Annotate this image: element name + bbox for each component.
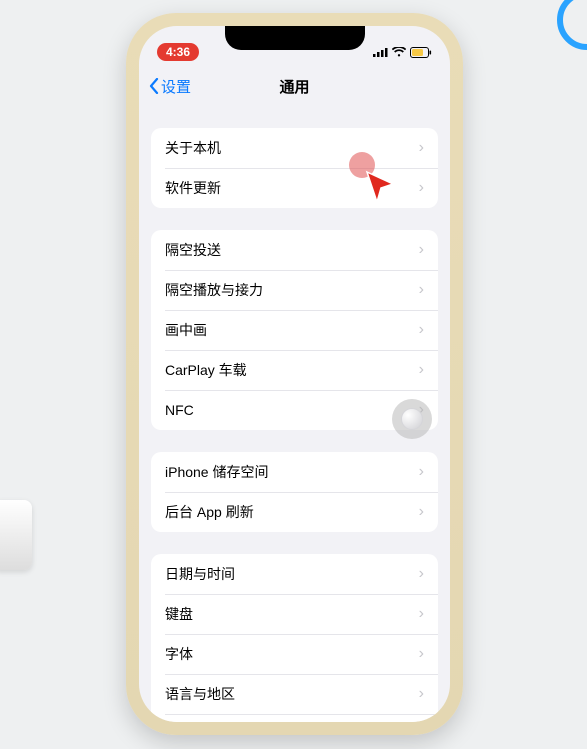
status-indicators xyxy=(373,47,432,58)
group-date: 日期与时间 › 键盘 › 字体 › 语言与地区 › 词典› xyxy=(151,554,438,722)
row-label: iPhone 储存空间 xyxy=(165,462,268,482)
chevron-right-icon: › xyxy=(419,686,424,702)
row-storage[interactable]: iPhone 储存空间 › xyxy=(151,452,438,492)
chevron-right-icon: › xyxy=(419,242,424,258)
row-carplay[interactable]: CarPlay 车载 › xyxy=(151,350,438,390)
cursor-icon xyxy=(365,170,395,204)
wifi-icon xyxy=(392,47,406,57)
chevron-right-icon: › xyxy=(419,362,424,378)
chevron-right-icon: › xyxy=(419,180,424,196)
back-label: 设置 xyxy=(161,76,191,97)
battery-icon xyxy=(410,47,432,58)
cellular-icon xyxy=(373,47,388,57)
chevron-right-icon: › xyxy=(419,282,424,298)
row-language-region[interactable]: 语言与地区 › xyxy=(151,674,438,714)
row-label: 隔空播放与接力 xyxy=(165,280,263,300)
group-storage: iPhone 储存空间 › 后台 App 刷新 › xyxy=(151,452,438,532)
group-airdrop: 隔空投送 › 隔空播放与接力 › 画中画 › CarPlay 车载 › NFC › xyxy=(151,230,438,430)
row-label: 语言与地区 xyxy=(165,684,235,704)
back-button[interactable]: 设置 xyxy=(149,76,191,97)
row-label: 关于本机 xyxy=(165,138,221,158)
row-label: NFC xyxy=(165,402,194,418)
assistive-touch-inner xyxy=(401,408,423,430)
row-fonts[interactable]: 字体 › xyxy=(151,634,438,674)
row-airdrop[interactable]: 隔空投送 › xyxy=(151,230,438,270)
row-pip[interactable]: 画中画 › xyxy=(151,310,438,350)
chevron-right-icon: › xyxy=(419,504,424,520)
row-about[interactable]: 关于本机 › xyxy=(151,128,438,168)
row-label: 画中画 xyxy=(165,320,207,340)
chevron-right-icon: › xyxy=(419,646,424,662)
row-date-time[interactable]: 日期与时间 › xyxy=(151,554,438,594)
row-label: CarPlay 车载 xyxy=(165,360,247,380)
chevron-right-icon: › xyxy=(419,322,424,338)
chevron-left-icon xyxy=(149,78,159,94)
chevron-right-icon: › xyxy=(419,606,424,622)
background-decoration xyxy=(557,0,587,50)
row-label: 键盘 xyxy=(165,604,193,624)
row-label: 日期与时间 xyxy=(165,564,235,584)
status-time: 4:36 xyxy=(157,43,199,61)
row-keyboard[interactable]: 键盘 › xyxy=(151,594,438,634)
chevron-right-icon: › xyxy=(419,464,424,480)
nav-bar: 设置 通用 xyxy=(139,66,450,106)
row-background-refresh[interactable]: 后台 App 刷新 › xyxy=(151,492,438,532)
row-label: 字体 xyxy=(165,644,193,664)
screen: 4:36 设置 通用 关于本机 › 软件更新 › 隔空投送 › 隔空播放与接力 › xyxy=(139,26,450,722)
row-dictionary[interactable]: 词典› xyxy=(151,714,438,722)
chevron-right-icon: › xyxy=(419,140,424,156)
notch xyxy=(225,26,365,50)
chevron-right-icon: › xyxy=(419,566,424,582)
background-decoration xyxy=(0,500,32,570)
row-airplay[interactable]: 隔空播放与接力 › xyxy=(151,270,438,310)
row-label: 隔空投送 xyxy=(165,240,221,260)
row-label: 软件更新 xyxy=(165,178,221,198)
assistive-touch-button[interactable] xyxy=(392,399,432,439)
phone-frame: 4:36 设置 通用 关于本机 › 软件更新 › 隔空投送 › 隔空播放与接力 › xyxy=(126,13,463,735)
row-label: 后台 App 刷新 xyxy=(165,502,254,522)
